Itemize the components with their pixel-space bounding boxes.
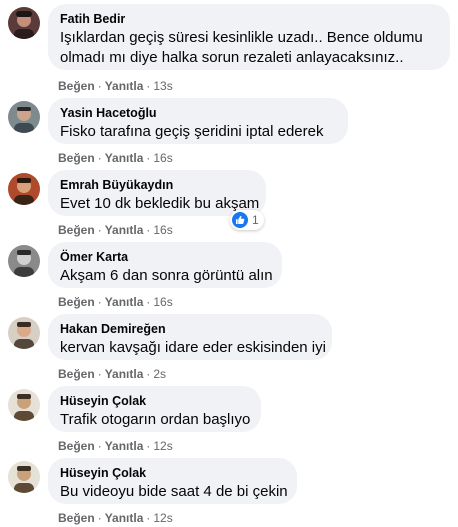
like-thumb-icon [232, 212, 248, 228]
comment-author[interactable]: Hakan Demireğen [60, 321, 320, 337]
comment-text-line: Bu videoyu bide saat 4 de bi çekin [60, 483, 288, 500]
comment-actions: Beğen · Yanıtla · 12s [58, 510, 173, 526]
separator-dot: · [146, 439, 151, 453]
reply-button[interactable]: Yanıtla [105, 223, 144, 237]
comment-timestamp[interactable]: 16s [153, 223, 172, 237]
comment-text-line: olmadı mı diye halka sorun rezaleti anla… [60, 49, 404, 66]
comment-text-line: Fisko tarafına geçiş şeridini iptal eder… [60, 123, 324, 140]
avatar-hakan-demiregen[interactable] [8, 317, 40, 349]
comment-timestamp[interactable]: 16s [153, 295, 172, 309]
comment-timestamp[interactable]: 12s [153, 439, 172, 453]
comment-author[interactable]: Yasin Hacetoğlu [60, 105, 336, 121]
like-button[interactable]: Beğen [58, 223, 95, 237]
avatar-huseyin-colak[interactable] [8, 389, 40, 421]
reaction-summary[interactable]: 1 [230, 210, 264, 230]
comment-text-line: Evet 10 dk bekledik bu akşam [60, 195, 260, 212]
reply-button[interactable]: Yanıtla [105, 151, 144, 165]
like-button[interactable]: Beğen [58, 439, 95, 453]
comment-actions: Beğen · Yanıtla · 16s [58, 222, 173, 238]
reply-button[interactable]: Yanıtla [105, 367, 144, 381]
comment-actions: Beğen · Yanıtla · 13s [58, 78, 173, 94]
avatar-emrah-buyukaydin[interactable] [8, 173, 40, 205]
comment-text-line: Işıklardan geçiş süresi kesinlikle uzadı… [60, 29, 423, 46]
like-button[interactable]: Beğen [58, 79, 95, 93]
comment-bubble: Emrah Büyükaydın Evet 10 dk bekledik bu … [48, 170, 266, 216]
reaction-count: 1 [252, 213, 259, 227]
comment-bubble: Hüseyin Çolak Trafik otogarın ordan başl… [48, 386, 261, 432]
like-button[interactable]: Beğen [58, 151, 95, 165]
comment-feed: Fatih Bedir Işıklardan geçiş süresi kesi… [0, 0, 458, 527]
separator-dot: · [146, 511, 151, 525]
comment-actions: Beğen · Yanıtla · 16s [58, 150, 173, 166]
like-button[interactable]: Beğen [58, 511, 95, 525]
comment-author[interactable]: Ömer Karta [60, 249, 270, 265]
comment-timestamp[interactable]: 2s [153, 367, 166, 381]
comment-text-line: kervan kavşağı idare eder eskisinden iyi [60, 339, 326, 356]
like-button[interactable]: Beğen [58, 367, 95, 381]
separator-dot: · [146, 151, 151, 165]
reply-button[interactable]: Yanıtla [105, 511, 144, 525]
comment-author[interactable]: Fatih Bedir [60, 11, 438, 27]
comment-author[interactable]: Hüseyin Çolak [60, 393, 249, 409]
separator-dot: · [97, 151, 102, 165]
comment-bubble: Ömer Karta Akşam 6 dan sonra görüntü alı… [48, 242, 282, 288]
comment-actions: Beğen · Yanıtla · 16s [58, 294, 173, 310]
avatar-yasin-hacetoglu[interactable] [8, 101, 40, 133]
separator-dot: · [146, 223, 151, 237]
comment-bubble: Hakan Demireğen kervan kavşağı idare ede… [48, 314, 332, 360]
comment-bubble: Yasin Hacetoğlu Fisko tarafına geçiş şer… [48, 98, 348, 144]
comment-bubble: Hüseyin Çolak Bu videoyu bide saat 4 de … [48, 458, 297, 504]
separator-dot: · [97, 367, 102, 381]
separator-dot: · [146, 367, 151, 381]
comment-timestamp[interactable]: 13s [153, 79, 172, 93]
separator-dot: · [97, 223, 102, 237]
comment-author[interactable]: Hüseyin Çolak [60, 465, 285, 481]
comment-bubble: Fatih Bedir Işıklardan geçiş süresi kesi… [48, 4, 450, 70]
separator-dot: · [97, 511, 102, 525]
avatar-fatih-bedir[interactable] [8, 7, 40, 39]
comment-actions: Beğen · Yanıtla · 12s [58, 438, 173, 454]
avatar-omer-karta[interactable] [8, 245, 40, 277]
reply-button[interactable]: Yanıtla [105, 79, 144, 93]
separator-dot: · [146, 295, 151, 309]
separator-dot: · [97, 79, 102, 93]
separator-dot: · [97, 295, 102, 309]
comment-text-line: Akşam 6 dan sonra görüntü alın [60, 267, 273, 284]
separator-dot: · [146, 79, 151, 93]
comment-actions: Beğen · Yanıtla · 2s [58, 366, 166, 382]
comment-timestamp[interactable]: 16s [153, 151, 172, 165]
comment-text-line: Trafik otogarın ordan başlıyo [60, 411, 251, 428]
comment-timestamp[interactable]: 12s [153, 511, 172, 525]
reply-button[interactable]: Yanıtla [105, 295, 144, 309]
like-button[interactable]: Beğen [58, 295, 95, 309]
avatar-huseyin-colak[interactable] [8, 461, 40, 493]
reply-button[interactable]: Yanıtla [105, 439, 144, 453]
separator-dot: · [97, 439, 102, 453]
comment-author[interactable]: Emrah Büyükaydın [60, 177, 254, 193]
